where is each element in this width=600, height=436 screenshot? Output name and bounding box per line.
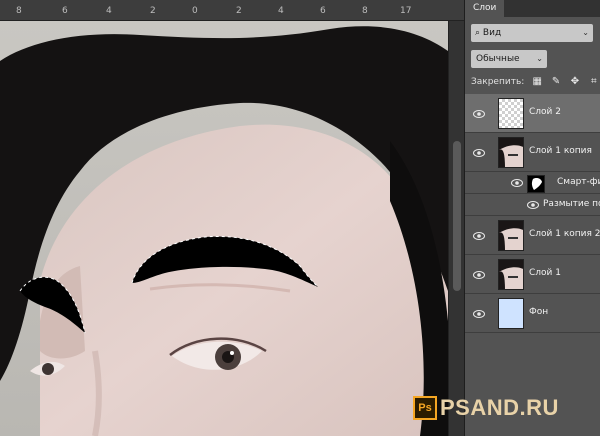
crop-lock-icon[interactable]: ⌗: [588, 76, 600, 88]
eye-icon[interactable]: [473, 269, 485, 281]
blend-mode-value: Обычные: [476, 54, 520, 64]
watermark-text: PSAND.RU: [440, 395, 559, 420]
site-watermark: Ps PSAND.RU: [413, 394, 559, 422]
blend-mode-select[interactable]: Обычные ⌄: [471, 50, 547, 68]
layer-row[interactable]: Слой 1 копия: [465, 133, 600, 172]
ruler-tick: 8: [362, 6, 368, 16]
document-canvas-area: 8 6 4 2 0 2 4 6 8 17: [0, 0, 464, 436]
chevron-down-icon: ⌄: [582, 28, 589, 37]
brush-lock-icon[interactable]: ✎: [550, 76, 562, 88]
ruler-tick: 4: [106, 6, 112, 16]
tab-layers[interactable]: Слои: [465, 0, 505, 17]
photo-canvas[interactable]: [0, 21, 448, 436]
ruler-tick: 2: [150, 6, 156, 16]
layer-row[interactable]: Слой 1: [465, 255, 600, 294]
layer-thumbnail-face: [498, 220, 524, 251]
ps-logo-icon: Ps: [413, 396, 437, 420]
layer-row[interactable]: Фон: [465, 294, 600, 333]
ruler-tick: 17: [400, 6, 412, 16]
layer-name: Фон: [529, 307, 549, 317]
layer-thumbnail-background: [498, 298, 524, 329]
layer-name: Слой 1 копия: [529, 146, 592, 156]
layer-filter-select[interactable]: ⌕ Вид ⌄: [471, 24, 593, 42]
canvas-vertical-scrollbar[interactable]: [448, 21, 464, 436]
ruler-tick: 6: [62, 6, 68, 16]
filter-mask-thumbnail: [527, 175, 545, 193]
lock-row: Закрепить: ▦ ✎ ✥ ⌗: [471, 74, 600, 90]
chevron-down-icon: ⌄: [536, 54, 543, 63]
scrollbar-thumb[interactable]: [453, 141, 461, 291]
layer-thumbnail-face: [498, 137, 524, 168]
ruler-tick: 0: [192, 6, 198, 16]
layer-row[interactable]: Слой 1 копия 2: [465, 216, 600, 255]
eye-icon[interactable]: [473, 108, 485, 120]
ruler-tick: 4: [278, 6, 284, 16]
layer-name: Слой 2: [529, 107, 561, 117]
portrait-image: [0, 21, 448, 436]
ruler-tick: 6: [320, 6, 326, 16]
eye-icon[interactable]: [473, 230, 485, 242]
search-icon: ⌕: [475, 28, 481, 38]
layer-filter-value: Вид: [482, 28, 502, 38]
layers-panel: Слои ⌕ Вид ⌄ Обычные ⌄ Закрепить: ▦ ✎ ✥ …: [464, 0, 600, 436]
checker-lock-icon[interactable]: ▦: [531, 76, 543, 88]
layer-thumbnail-transparent: [498, 98, 524, 129]
lock-label: Закрепить:: [471, 77, 525, 87]
eye-icon[interactable]: [527, 199, 539, 211]
smart-filters-row[interactable]: Смарт-фи: [465, 172, 600, 194]
eye-icon[interactable]: [473, 308, 485, 320]
layer-name: Слой 1: [529, 268, 561, 278]
blur-filter-label: Размытие по: [543, 199, 600, 209]
layer-name: Слой 1 копия 2: [529, 229, 600, 239]
layer-thumbnail-face: [498, 259, 524, 290]
smart-filters-label: Смарт-фи: [557, 177, 600, 187]
ruler-tick: 8: [16, 6, 22, 16]
panel-tabbar: Слои: [465, 0, 600, 17]
blur-filter-row[interactable]: Размытие по: [465, 194, 600, 216]
layer-row[interactable]: Слой 2: [465, 94, 600, 133]
top-ruler: 8 6 4 2 0 2 4 6 8 17: [0, 0, 464, 21]
eye-icon[interactable]: [511, 177, 523, 189]
move-lock-icon[interactable]: ✥: [569, 76, 581, 88]
ruler-tick: 2: [236, 6, 242, 16]
eye-icon[interactable]: [473, 147, 485, 159]
layers-list: Слой 2 Слой 1 копия Смарт-фи Размытие по: [465, 94, 600, 333]
